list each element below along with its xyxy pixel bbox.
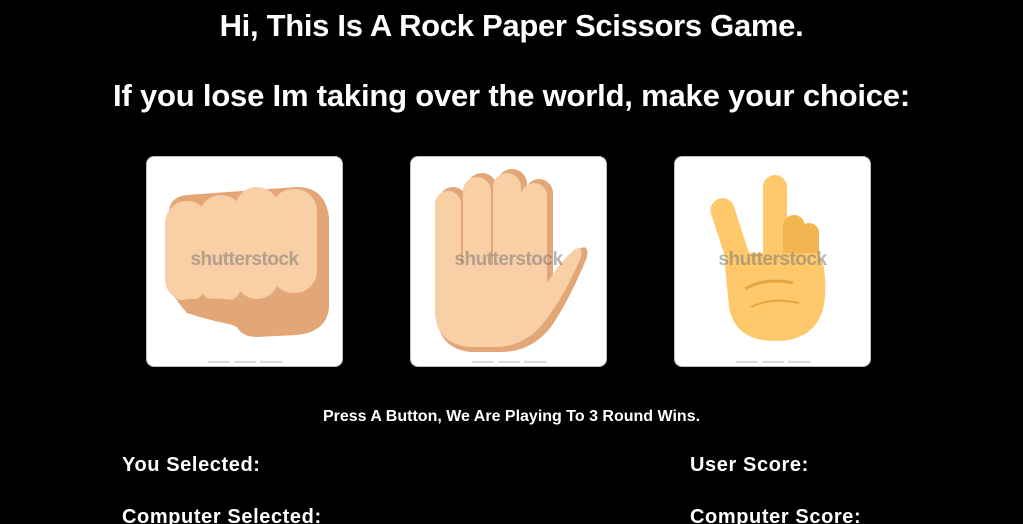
open-hand-icon xyxy=(435,169,588,352)
instructions-text: Press A Button, We Are Playing To 3 Roun… xyxy=(322,408,701,425)
page-subtitle: If you lose Im taking over the world, ma… xyxy=(113,78,910,113)
fineprint xyxy=(411,361,606,364)
scissors-button[interactable]: shutterstock xyxy=(674,156,871,367)
page-title: Hi, This Is A Rock Paper Scissors Game. xyxy=(219,8,804,43)
paper-button[interactable]: shutterstock xyxy=(410,156,607,367)
computer-selected-label: Computer Selected: xyxy=(122,506,322,524)
you-selected-label: You Selected: xyxy=(122,454,261,476)
fist-icon xyxy=(165,187,329,337)
fineprint xyxy=(675,361,870,364)
rock-button[interactable]: shutterstock xyxy=(146,156,343,367)
computer-score-label: Computer Score: xyxy=(690,506,862,524)
user-score-label: User Score: xyxy=(690,454,809,476)
fineprint xyxy=(147,361,342,364)
game-page: Hi, This Is A Rock Paper Scissors Game. … xyxy=(0,0,1023,524)
victory-hand-icon xyxy=(710,175,826,341)
